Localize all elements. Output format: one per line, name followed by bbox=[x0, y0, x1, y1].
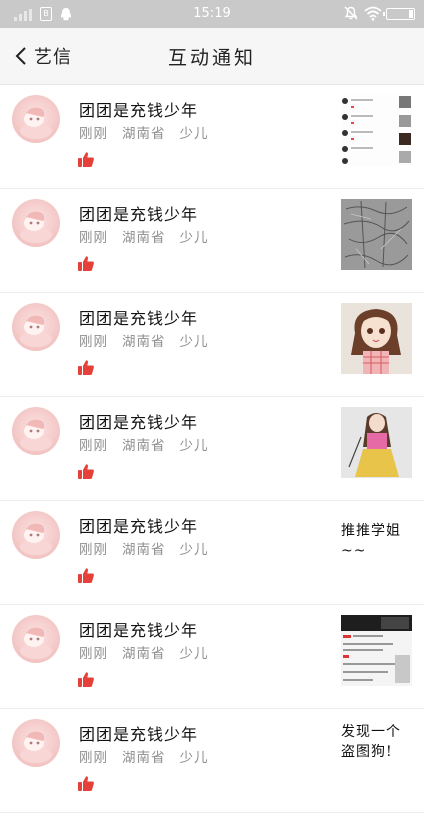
meta-line: 刚刚 湖南省 少儿 bbox=[79, 434, 223, 454]
time-text: 刚刚 bbox=[79, 542, 108, 558]
avatar[interactable] bbox=[12, 615, 60, 663]
list-item[interactable]: 团团是充钱少年 刚刚 湖南省 少儿 bbox=[0, 189, 424, 293]
time-text: 刚刚 bbox=[79, 334, 108, 350]
meta-line: 刚刚 湖南省 少儿 bbox=[79, 642, 223, 662]
user-name[interactable]: 团团是充钱少年 bbox=[79, 201, 198, 225]
time-text: 刚刚 bbox=[79, 230, 108, 246]
meta-line: 刚刚 湖南省 少儿 bbox=[79, 330, 223, 350]
avatar[interactable] bbox=[12, 303, 60, 351]
meta-line: 刚刚 湖南省 少儿 bbox=[79, 746, 223, 766]
list-item[interactable]: 团团是充钱少年 刚刚 湖南省 少儿 bbox=[0, 293, 424, 397]
like-icon bbox=[78, 672, 94, 687]
time-text: 刚刚 bbox=[79, 750, 108, 766]
wifi-icon bbox=[364, 6, 382, 21]
preview-image[interactable] bbox=[341, 199, 412, 270]
comment-text[interactable]: 推推学姐~~ bbox=[341, 521, 415, 561]
user-type-text: 少儿 bbox=[179, 750, 209, 766]
status-time: 15:19 bbox=[193, 6, 231, 21]
region-text: 湖南省 bbox=[122, 126, 166, 142]
list-item[interactable]: 团团是充钱少年 刚刚 湖南省 少儿 发现一个盗图狗! bbox=[0, 709, 424, 813]
list-item[interactable]: 团团是充钱少年 刚刚 湖南省 少儿 bbox=[0, 605, 424, 709]
user-type-text: 少儿 bbox=[179, 542, 209, 558]
preview-image[interactable] bbox=[341, 303, 412, 374]
preview-image[interactable] bbox=[341, 95, 412, 166]
time-text: 刚刚 bbox=[79, 646, 108, 662]
list-item[interactable]: 团团是充钱少年 刚刚 湖南省 少儿 推推学姐~~ bbox=[0, 501, 424, 605]
list-item[interactable]: 团团是充钱少年 刚刚 湖南省 少儿 bbox=[0, 85, 424, 189]
time-text: 刚刚 bbox=[79, 126, 108, 142]
time-text: 刚刚 bbox=[79, 438, 108, 454]
preview-image[interactable] bbox=[341, 615, 412, 686]
like-icon bbox=[78, 256, 94, 271]
like-icon bbox=[78, 776, 94, 791]
region-text: 湖南省 bbox=[122, 334, 166, 350]
region-text: 湖南省 bbox=[122, 438, 166, 454]
user-type-text: 少儿 bbox=[179, 438, 209, 454]
user-type-text: 少儿 bbox=[179, 334, 209, 350]
user-name[interactable]: 团团是充钱少年 bbox=[79, 617, 198, 641]
user-type-text: 少儿 bbox=[179, 126, 209, 142]
avatar[interactable] bbox=[12, 511, 60, 559]
comment-text[interactable]: 发现一个盗图狗! bbox=[341, 722, 415, 762]
user-name[interactable]: 团团是充钱少年 bbox=[79, 721, 198, 745]
avatar[interactable] bbox=[12, 719, 60, 767]
user-type-text: 少儿 bbox=[179, 230, 209, 246]
status-bar: B 15:19 bbox=[0, 0, 424, 28]
mute-bell-icon bbox=[344, 6, 358, 20]
region-text: 湖南省 bbox=[122, 542, 166, 558]
header-bar: 艺信 互动通知 bbox=[0, 28, 424, 85]
list-item[interactable]: 团团是充钱少年 刚刚 湖南省 少儿 bbox=[0, 397, 424, 501]
avatar[interactable] bbox=[12, 407, 60, 455]
region-text: 湖南省 bbox=[122, 230, 166, 246]
notification-list: 团团是充钱少年 刚刚 湖南省 少儿 团团是充钱少年 刚刚 湖南省 少儿 团团是充钱少年 … bbox=[0, 85, 424, 813]
page-title: 互动通知 bbox=[167, 47, 256, 69]
preview-image[interactable] bbox=[341, 407, 412, 478]
user-name[interactable]: 团团是充钱少年 bbox=[79, 305, 198, 329]
meta-line: 刚刚 湖南省 少儿 bbox=[79, 226, 223, 246]
avatar[interactable] bbox=[12, 95, 60, 143]
battery-icon bbox=[383, 8, 415, 20]
meta-line: 刚刚 湖南省 少儿 bbox=[79, 538, 223, 558]
user-name[interactable]: 团团是充钱少年 bbox=[79, 97, 198, 121]
like-icon bbox=[78, 568, 94, 583]
like-icon bbox=[78, 152, 94, 167]
avatar[interactable] bbox=[12, 199, 60, 247]
user-name[interactable]: 团团是充钱少年 bbox=[79, 513, 198, 537]
region-text: 湖南省 bbox=[122, 646, 166, 662]
like-icon bbox=[78, 464, 94, 479]
user-type-text: 少儿 bbox=[179, 646, 209, 662]
meta-line: 刚刚 湖南省 少儿 bbox=[79, 122, 223, 142]
user-name[interactable]: 团团是充钱少年 bbox=[79, 409, 198, 433]
region-text: 湖南省 bbox=[122, 750, 166, 766]
like-icon bbox=[78, 360, 94, 375]
